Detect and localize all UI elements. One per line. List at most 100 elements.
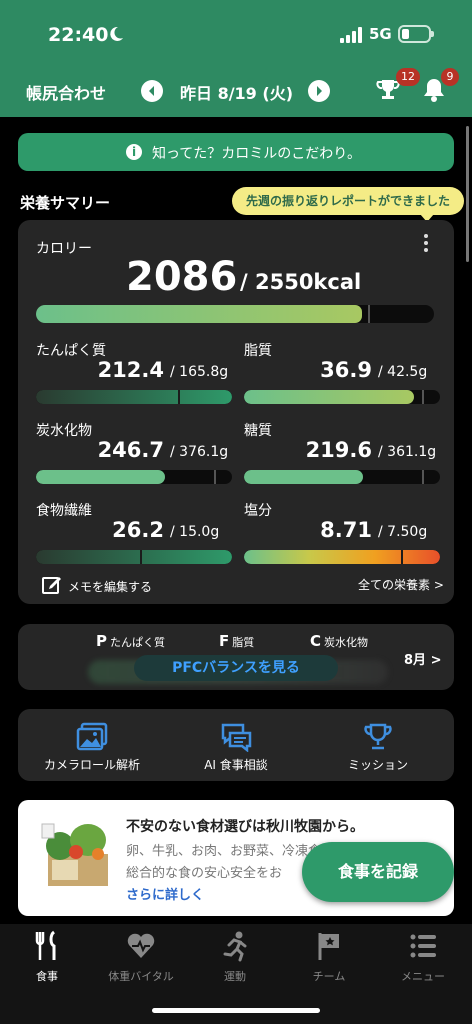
tab-meals[interactable]: 食事 [0,930,94,984]
current-date[interactable]: 昨日 8/19 (火) [180,80,293,104]
vegetable-box-image [41,823,108,886]
nutrition-summary-card: カロリー 2086 / 2550kcal たんぱく質 / 165.8g 212.4 脂… [18,220,454,604]
calorie-target-marker [368,305,370,323]
nutrient-value: 26.2 [112,518,164,542]
nutrient-value: 212.4 [97,358,164,382]
nutrient-name: 糖質 [244,423,272,439]
calorie-progress-fill [36,305,362,323]
nutrient-target-marker [214,470,216,484]
heart-pulse-icon [127,933,155,958]
nutrient-progress-bar [36,470,232,484]
nutrient-target: / 42.5g [378,364,428,380]
ai-meal-consult-button[interactable]: AI 食事相談 [166,722,306,773]
nutrient-progress-fill [244,390,415,404]
trophy-icon [364,723,392,750]
flag-icon [318,933,339,960]
nutrient-target-marker [140,550,142,564]
nutrient-target: / 15.0g [170,524,220,540]
tab-team[interactable]: チーム [282,930,376,984]
nutrient-name: 食物繊維 [36,503,92,519]
calorie-progress-bar [36,305,434,323]
nutrient-target-marker [178,390,180,404]
more-options-icon[interactable] [423,234,429,254]
menu-list-icon [410,934,436,958]
nutrient-progress-bar [244,390,440,404]
nutrient-value: 36.9 [320,358,372,382]
photo-gallery-icon [76,722,108,751]
tab-meals-label: 食事 [36,970,58,983]
pfc-protein-label: P たんぱく質 [96,632,165,650]
nutrient-progress-fill [36,390,232,404]
moon-icon [110,26,123,41]
nutrient-progress-fill [36,550,232,564]
ad-title: 不安のない食材選びは秋川牧園から。 [126,819,364,835]
mission-label: ミッション [347,758,408,772]
info-banner[interactable]: i 知ってた？カロミルのこだわり。 [18,133,454,171]
prev-day-button[interactable] [141,80,163,102]
tab-weight-vitals-label: 体重バイタル [108,970,174,983]
notification-badge: 9 [441,68,459,86]
fork-knife-icon [35,930,56,960]
pfc-carb-label: C 炭水化物 [310,632,369,650]
nutrient-name: たんぱく質 [36,343,106,359]
chat-icon [221,723,252,752]
camera-roll-label: カメラロール解析 [43,758,140,772]
tab-weight-vitals[interactable]: 体重バイタル [94,930,188,984]
pfc-fat-label: F 脂質 [219,632,255,650]
chevron-left-icon [149,86,154,96]
view-pfc-balance-button[interactable]: PFCバランスを見る [134,655,338,681]
page-title: 帳尻合わせ [26,84,107,103]
nutrient-progress-bar [36,390,232,404]
status-time: 22:40 [48,24,109,46]
nutrient-value: 8.71 [320,518,372,542]
calorie-label: カロリー [36,241,92,257]
nutrient-progress-bar [36,550,232,564]
nutrient-target-marker [422,470,424,484]
calorie-value: 2086 [126,254,238,300]
nutrient-progress-fill [244,550,440,564]
chevron-right-icon [317,86,322,96]
nutrient-name: 塩分 [244,503,272,519]
nutrient-progress-fill [244,470,364,484]
app-header: 22:40 5G 帳尻合わせ 昨日 8/19 (火) 12 9 [0,0,472,117]
record-meal-button[interactable]: 食事を記録 [302,842,454,902]
nutrient-target: / 7.50g [378,524,428,540]
scrollbar[interactable] [466,126,469,262]
ai-consult-label: AI 食事相談 [204,758,268,772]
home-indicator [152,1008,320,1013]
tab-exercise[interactable]: 運動 [188,930,282,984]
report-tooltip[interactable]: 先週の振り返りレポートができました [232,187,464,222]
nutrient-target-marker [422,390,424,404]
tab-exercise-label: 運動 [224,970,246,983]
nutrient-progress-bar [244,470,440,484]
nutrient-name: 炭水化物 [36,423,92,439]
pfc-balance-card[interactable]: P たんぱく質 F 脂質 C 炭水化物 PFCバランスを見る 8月 > [18,624,454,690]
camera-roll-analysis-button[interactable]: カメラロール解析 [22,722,162,773]
signal-icon [340,27,362,43]
nutrient-name: 脂質 [244,343,272,359]
nutrient-value: 219.6 [305,438,372,462]
nutrient-target: / 376.1g [170,444,229,460]
trophy-badge: 12 [396,68,420,86]
battery-icon [398,25,434,43]
tab-team-label: チーム [312,970,346,983]
nutrient-progress-fill [36,470,165,484]
nutrient-target: / 165.8g [170,364,229,380]
running-icon [223,931,247,962]
nutrient-progress-bar [244,550,440,564]
mission-button[interactable]: ミッション [308,722,448,773]
all-nutrients-link[interactable]: 全ての栄養素 > [358,576,444,593]
tab-menu-label: メニュー [401,970,445,983]
edit-memo-button[interactable]: メモを編集する [68,578,152,595]
ad-description-line2: 総合的な食の安心安全をお [126,866,283,881]
info-icon: i [126,144,142,160]
edit-memo-icon[interactable] [41,574,63,596]
section-title: 栄養サマリー [20,194,111,212]
nutrient-value: 246.7 [97,438,164,462]
calorie-target: / 2550kcal [240,270,362,294]
month-link[interactable]: 8月 > [404,649,441,668]
next-day-button[interactable] [308,80,330,102]
tab-menu[interactable]: メニュー [376,930,470,984]
quick-actions-card: カメラロール解析 AI 食事相談 ミッション [18,709,454,781]
ad-more-link[interactable]: さらに詳しく [126,884,204,903]
